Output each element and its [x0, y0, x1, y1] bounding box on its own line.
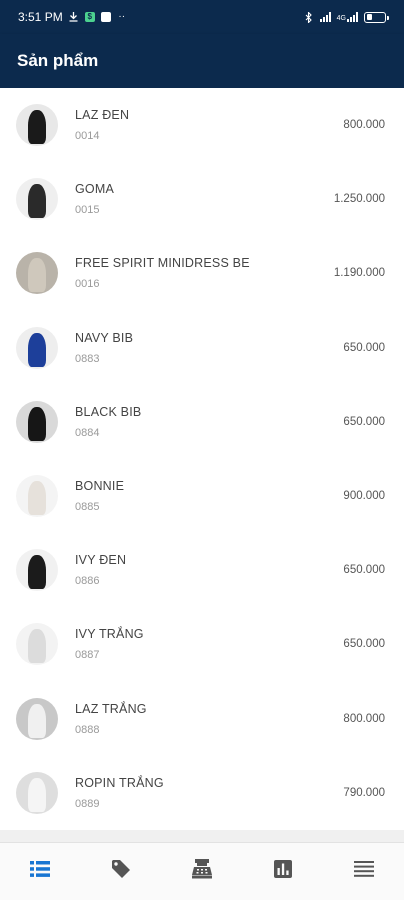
product-thumbnail: [16, 623, 58, 666]
product-thumbnail: [16, 475, 58, 518]
product-thumbnail: [16, 326, 58, 369]
product-code: 0884: [75, 426, 100, 439]
product-name: GOMA: [75, 182, 114, 197]
product-info: FREE SPIRIT MINIDRESS BE 0016: [75, 256, 334, 290]
product-row[interactable]: GOMA 0015 1.250.000: [0, 162, 404, 236]
nav-tags-button[interactable]: [101, 852, 141, 892]
page-title: Sản phẩm: [17, 51, 99, 70]
product-image: [28, 629, 46, 664]
bar-chart-icon: [273, 860, 292, 883]
product-image: [28, 332, 46, 367]
product-thumbnail: [16, 252, 58, 295]
cash-register-icon: [191, 859, 213, 884]
product-name: BLACK BIB: [75, 404, 142, 419]
app-bar: Sản phẩm: [0, 34, 404, 88]
product-code: 0016: [75, 278, 100, 291]
product-code: 0886: [75, 575, 100, 588]
product-info: IVY TRẮNG 0887: [75, 627, 343, 661]
product-price: 1.190.000: [333, 267, 385, 280]
product-price: 650.000: [343, 341, 385, 354]
more-dots-icon: ··: [118, 11, 126, 22]
product-row[interactable]: IVY TRẮNG 0887 650.000: [0, 607, 404, 681]
product-code: 0885: [75, 501, 100, 514]
product-name: ROPIN TRẮNG: [75, 775, 164, 790]
product-price: 650.000: [343, 564, 385, 577]
status-time: 3:51 PM: [18, 10, 63, 24]
product-code: 0889: [75, 797, 100, 810]
product-name: NAVY BIB: [75, 330, 134, 345]
product-code: 0883: [75, 352, 100, 365]
product-info: IVY ĐEN 0886: [75, 553, 343, 587]
product-image: [28, 184, 46, 219]
product-price: 1.250.000: [333, 193, 385, 206]
product-row[interactable]: NAVY BIB 0883 650.000: [0, 311, 404, 385]
nav-products-button[interactable]: [20, 852, 60, 892]
product-image: [28, 555, 46, 590]
product-code: 0887: [75, 649, 100, 662]
product-price: 790.000: [343, 786, 385, 799]
signal-icon: [319, 12, 331, 22]
product-price: 650.000: [343, 638, 385, 651]
product-info: LAZ ĐEN 0014: [75, 108, 343, 142]
product-thumbnail: [16, 549, 58, 592]
product-name: LAZ TRẮNG: [75, 701, 147, 716]
product-name: IVY ĐEN: [75, 553, 127, 568]
nav-reports-button[interactable]: [263, 852, 303, 892]
product-info: NAVY BIB 0883: [75, 331, 343, 365]
product-row[interactable]: FREE SPIRIT MINIDRESS BE 0016 1.190.000: [0, 236, 404, 310]
nav-menu-button[interactable]: [344, 852, 384, 892]
product-row[interactable]: BONNIE 0885 900.000: [0, 459, 404, 533]
product-code: 0014: [75, 130, 100, 143]
product-info: BLACK BIB 0884: [75, 405, 343, 439]
list-bottom-spacer: [0, 830, 404, 842]
product-thumbnail: [16, 771, 58, 814]
product-thumbnail: [16, 400, 58, 443]
product-row[interactable]: IVY ĐEN 0886 650.000: [0, 533, 404, 607]
product-info: ROPIN TRẮNG 0889: [75, 776, 343, 810]
product-row[interactable]: LAZ ĐEN 0014 800.000: [0, 88, 404, 162]
product-price: 650.000: [343, 415, 385, 428]
product-image: [28, 703, 46, 738]
product-price: 800.000: [343, 712, 385, 725]
product-image: [28, 481, 46, 516]
list-icon: [30, 861, 51, 882]
download-icon: [69, 12, 79, 22]
product-thumbnail: [16, 697, 58, 740]
product-info: LAZ TRẮNG 0888: [75, 702, 343, 736]
product-code: 0888: [75, 723, 100, 736]
product-thumbnail: [16, 178, 58, 221]
product-price: 800.000: [343, 119, 385, 132]
product-image: [28, 777, 46, 812]
nav-cashier-button[interactable]: [182, 852, 222, 892]
app-notification-icon: $: [84, 12, 95, 22]
bluetooth-icon: [304, 11, 314, 23]
product-price: 900.000: [343, 490, 385, 503]
product-row[interactable]: BLACK BIB 0884 650.000: [0, 385, 404, 459]
product-name: LAZ ĐEN: [75, 108, 130, 123]
product-info: BONNIE 0885: [75, 479, 343, 513]
battery-icon: [364, 11, 389, 23]
shopping-bag-icon: [100, 12, 111, 22]
product-image: [28, 110, 46, 145]
product-code: 0015: [75, 204, 100, 217]
product-name: BONNIE: [75, 479, 125, 494]
4g-signal-icon: 4G: [337, 12, 358, 22]
status-bar: 3:51 PM $ ·· 4G: [0, 0, 404, 34]
product-name: FREE SPIRIT MINIDRESS BE: [75, 256, 250, 271]
tag-icon: [111, 859, 131, 884]
product-name: IVY TRẮNG: [75, 627, 144, 642]
menu-icon: [353, 861, 374, 882]
product-image: [28, 258, 46, 293]
product-image: [28, 406, 46, 441]
product-thumbnail: [16, 104, 58, 147]
bottom-navigation: [0, 842, 404, 900]
product-row[interactable]: ROPIN TRẮNG 0889 790.000: [0, 756, 404, 830]
product-row[interactable]: LAZ TRẮNG 0888 800.000: [0, 682, 404, 756]
product-list[interactable]: LAZ ĐEN 0014 800.000 GOMA 0015 1.250.000 FREE …: [0, 88, 404, 830]
product-info: GOMA 0015: [75, 182, 334, 216]
